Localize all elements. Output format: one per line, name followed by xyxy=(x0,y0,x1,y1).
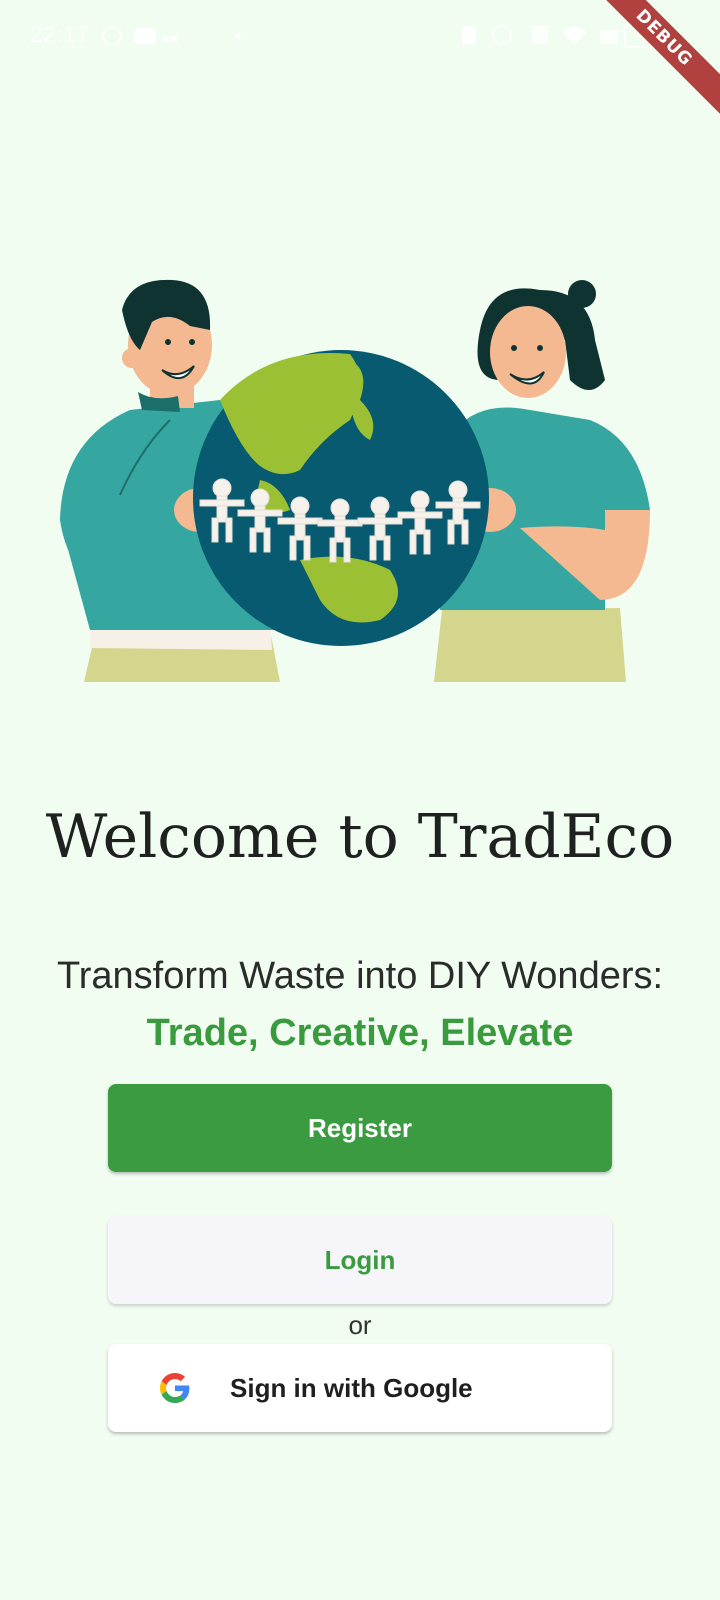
status-right-icons xyxy=(462,25,618,45)
tagline-accent: Trade, Creative, Elevate xyxy=(146,1012,574,1054)
login-button[interactable]: Login xyxy=(108,1216,612,1304)
signal-bars-icon xyxy=(532,26,548,44)
register-button[interactable]: Register xyxy=(108,1084,612,1172)
vibrate-icon xyxy=(462,26,476,44)
google-signin-button[interactable]: Sign in with Google xyxy=(108,1344,612,1432)
hero-illustration xyxy=(60,279,650,682)
youtube-icon xyxy=(134,28,156,44)
whatsapp-icon xyxy=(102,26,122,46)
cellular-icon xyxy=(600,30,618,44)
login-button-label: Login xyxy=(324,1244,396,1275)
tagline: Transform Waste into DIY Wonders: xyxy=(56,955,664,997)
notification-dot-icon xyxy=(235,33,241,39)
status-time: 22:17 xyxy=(30,22,91,47)
or-divider: or xyxy=(348,1310,372,1340)
wifi-icon xyxy=(562,27,586,44)
alarm-icon xyxy=(492,25,512,45)
globe-icon xyxy=(193,350,489,646)
welcome-title: Welcome to TradEco xyxy=(45,802,675,872)
signal-icon: ▪▪ xyxy=(162,31,178,45)
status-bar: 22:17 ▪▪ 58 xyxy=(0,0,720,72)
google-button-label: Sign in with Google xyxy=(230,1372,473,1403)
register-button-label: Register xyxy=(307,1112,413,1143)
google-icon xyxy=(160,1373,190,1403)
status-left-icons: ▪▪ xyxy=(102,26,241,46)
